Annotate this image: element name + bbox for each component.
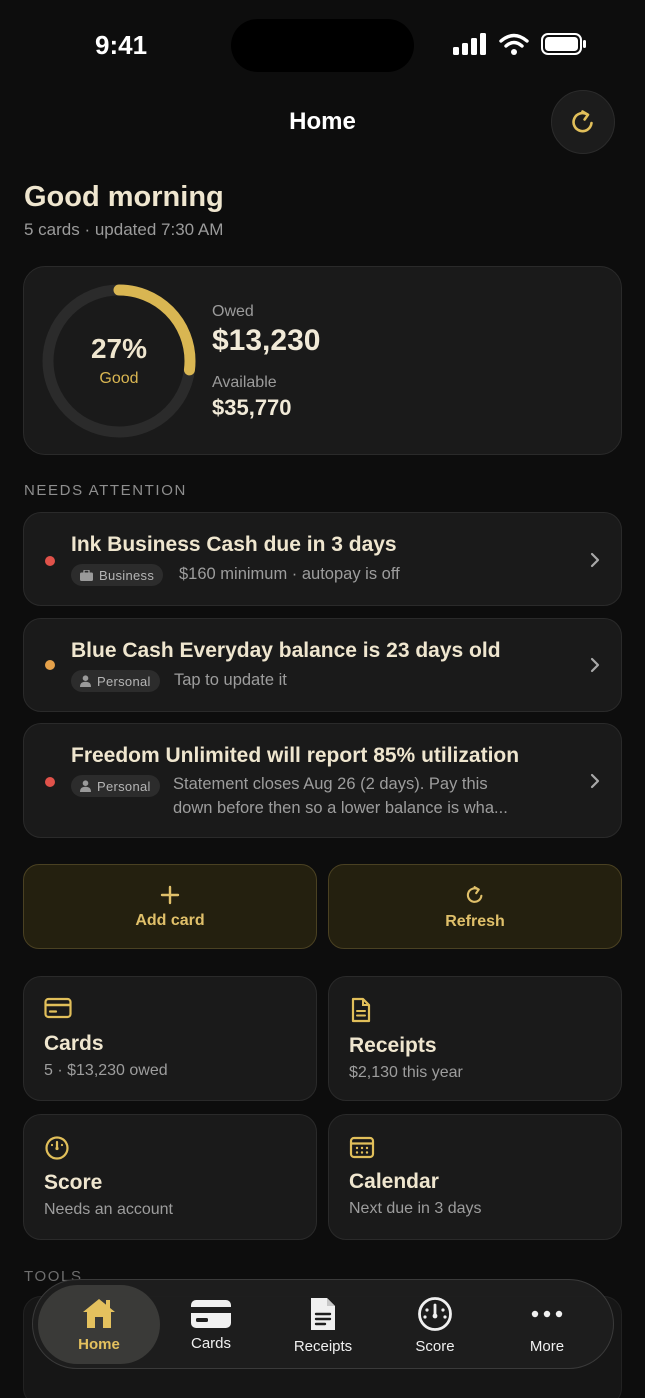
attention-title: Freedom Unlimited will report 85% utiliz…: [71, 744, 520, 767]
dynamic-island: [231, 19, 414, 72]
available-value: $35,770: [212, 395, 292, 420]
calendar-tile-subtitle: Next due in 3 days: [349, 1200, 482, 1217]
status-icons: [453, 33, 587, 55]
briefcase-icon: [80, 569, 93, 581]
account-tag: Personal: [71, 670, 160, 692]
tab-more[interactable]: More: [491, 1280, 603, 1370]
attention-description: Tap to update it: [174, 671, 287, 689]
account-tag: Business: [71, 564, 164, 586]
status-bar: 9:41: [0, 0, 645, 90]
attention-title: Ink Business Cash due in 3 days: [71, 533, 397, 556]
severity-dot: [45, 777, 55, 787]
needs-attention-heading: NEEDS ATTENTION: [24, 482, 187, 499]
document-icon: [351, 997, 371, 1023]
tab-bar: Home Cards Receipts Score More: [32, 1279, 614, 1369]
signal-icon: [453, 33, 486, 55]
attention-description: $160 minimum · autopay is off: [179, 565, 400, 583]
add-card-button[interactable]: Add card: [23, 864, 317, 949]
severity-dot: [45, 660, 55, 670]
status-time: 9:41: [95, 30, 148, 60]
refresh-action-button[interactable]: Refresh: [328, 864, 622, 949]
calendar-tile[interactable]: Calendar Next due in 3 days: [328, 1114, 622, 1240]
account-tag-label: Personal: [97, 778, 151, 794]
greeting-subtitle: 5 cards · updated 7:30 AM: [24, 220, 224, 239]
attention-item[interactable]: Ink Business Cash due in 3 days Business…: [23, 512, 622, 606]
receipts-tile-title: Receipts: [349, 1034, 437, 1057]
score-tile-title: Score: [44, 1171, 103, 1194]
calendar-icon: [349, 1136, 375, 1159]
refresh-button[interactable]: [551, 90, 615, 154]
tab-cards[interactable]: Cards: [155, 1280, 267, 1370]
plus-icon: [160, 885, 180, 904]
person-icon: [80, 675, 91, 687]
attention-description-line-2: down before then so a lower balance is w…: [173, 799, 508, 817]
account-tag-label: Personal: [97, 673, 151, 689]
chevron-right-icon: [590, 552, 600, 568]
person-icon: [80, 780, 91, 792]
credit-card-icon: [191, 1299, 231, 1328]
receipts-tile[interactable]: Receipts $2,130 this year: [328, 976, 622, 1101]
tab-cards-label: Cards: [190, 1334, 231, 1352]
utilization-percent: 27%: [90, 333, 148, 364]
credit-card-icon: [44, 997, 72, 1019]
owed-label: Owed: [212, 303, 254, 320]
account-tag-label: Business: [99, 567, 155, 583]
chevron-right-icon: [590, 657, 600, 673]
house-icon: [83, 1299, 115, 1328]
tab-more-label: More: [529, 1337, 565, 1355]
calendar-tile-title: Calendar: [349, 1170, 439, 1193]
gauge-icon: [418, 1296, 452, 1331]
chevron-right-icon: [590, 773, 600, 789]
cards-tile-subtitle: 5 · $13,230 owed: [44, 1062, 168, 1079]
tab-receipts[interactable]: Receipts: [267, 1280, 379, 1370]
tab-score[interactable]: Score: [379, 1280, 491, 1370]
tab-score-label: Score: [415, 1337, 455, 1355]
ellipsis-icon: [531, 1310, 563, 1317]
greeting-title: Good morning: [24, 181, 224, 213]
score-tile[interactable]: Score Needs an account: [23, 1114, 317, 1240]
cards-tile[interactable]: Cards 5 · $13,230 owed: [23, 976, 317, 1101]
utilization-summary-card[interactable]: 27% Good Owed $13,230 Available $35,770: [23, 266, 622, 455]
gauge-icon: [45, 1136, 69, 1160]
add-card-label: Add card: [135, 911, 205, 929]
wifi-icon: [499, 33, 529, 55]
receipts-tile-subtitle: $2,130 this year: [349, 1064, 463, 1081]
refresh-icon: [466, 885, 483, 903]
score-tile-subtitle: Needs an account: [44, 1201, 173, 1218]
refresh-icon: [572, 110, 593, 133]
attention-item[interactable]: Freedom Unlimited will report 85% utiliz…: [23, 723, 622, 838]
tab-home-label: Home: [78, 1336, 120, 1353]
tab-home[interactable]: Home: [38, 1285, 160, 1364]
battery-icon: [541, 33, 586, 55]
tab-receipts-label: Receipts: [293, 1337, 353, 1355]
severity-dot: [45, 556, 55, 566]
available-label: Available: [212, 374, 277, 391]
refresh-label: Refresh: [445, 912, 505, 930]
attention-description-line-1: Statement closes Aug 26 (2 days). Pay th…: [173, 775, 488, 793]
attention-title: Blue Cash Everyday balance is 23 days ol…: [71, 639, 501, 662]
utilization-rating: Good: [99, 370, 139, 387]
owed-value: $13,230: [212, 324, 321, 357]
account-tag: Personal: [71, 775, 160, 797]
page-title: Home: [289, 108, 356, 135]
cards-tile-title: Cards: [44, 1032, 104, 1055]
attention-item[interactable]: Blue Cash Everyday balance is 23 days ol…: [23, 618, 622, 712]
document-icon: [311, 1297, 335, 1330]
